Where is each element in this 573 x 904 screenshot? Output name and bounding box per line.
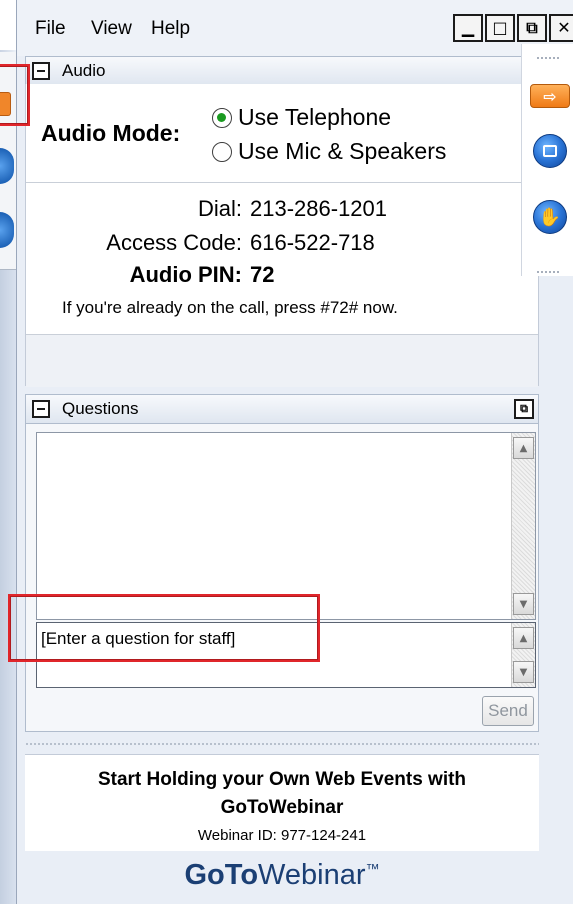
logo-trademark: ™	[365, 860, 380, 877]
input-scroll-up-icon[interactable]: ▲	[513, 627, 534, 649]
dial-value: 213-286-1201	[250, 196, 388, 221]
grab-tab-toolbar: ⇨ ✋	[521, 44, 573, 276]
radio-use-telephone-label: Use Telephone	[238, 104, 392, 130]
radio-checked-icon[interactable]	[212, 107, 232, 128]
question-input-scrollbar[interactable]: ▲ ▼	[511, 623, 535, 687]
menu-bar: File View Help ▁ □ ⧉ ✕	[17, 0, 573, 56]
arrow-right-icon: ⇨	[543, 86, 557, 106]
promo-headline[interactable]: Start Holding your Own Web Events with	[25, 769, 539, 791]
menu-file[interactable]: File	[35, 18, 66, 40]
questions-collapse-icon[interactable]	[32, 400, 50, 418]
logo-webinar: Webinar	[258, 859, 366, 891]
access-code-label: Access Code:	[106, 230, 242, 255]
webinar-id: Webinar ID: 977-124-241	[197, 827, 367, 844]
audio-divider	[26, 182, 538, 183]
radio-unchecked-icon[interactable]	[212, 141, 232, 162]
input-scroll-down-icon[interactable]: ▼	[513, 661, 534, 683]
gotowebinar-control-panel: File View Help ▁ □ ⧉ ✕ Audio Audio Mode:…	[16, 0, 573, 904]
questions-log: ▲ ▼	[36, 432, 536, 620]
send-button[interactable]: Send	[482, 696, 534, 726]
close-button[interactable]: ✕	[549, 14, 573, 42]
restore-button[interactable]: ⧉	[517, 14, 547, 42]
menu-view[interactable]: View	[91, 18, 132, 40]
maximize-button[interactable]: □	[485, 14, 515, 42]
highlight-box-question-input	[8, 594, 320, 662]
gotowebinar-logo: GoToWebinar™	[25, 859, 539, 892]
audio-panel-title: Audio	[62, 61, 106, 80]
grip-handle-top[interactable]	[536, 56, 560, 60]
collapse-toolbar-button[interactable]: ⇨	[530, 84, 570, 108]
logo-band: GoToWebinar™	[25, 851, 539, 904]
questions-popout-button[interactable]: ⧉	[514, 399, 534, 419]
menu-help[interactable]: Help	[151, 18, 190, 40]
close-icon: ✕	[557, 18, 571, 37]
screen-icon	[543, 145, 557, 157]
grip-handle-bottom[interactable]	[536, 270, 560, 274]
logo-go: Go	[184, 859, 225, 891]
audio-panel-body: Audio Mode: Use Telephone Use Mic & Spea…	[25, 84, 539, 387]
audio-footer	[26, 335, 538, 387]
audio-pin-value: 72	[250, 262, 275, 287]
radio-use-mic-speakers-label: Use Mic & Speakers	[238, 138, 447, 164]
radio-use-mic-speakers[interactable]: Use Mic & Speakers	[212, 138, 446, 165]
questions-log-scrollbar[interactable]: ▲ ▼	[511, 433, 535, 619]
show-screen-button[interactable]	[533, 134, 567, 168]
background-window-lower	[0, 270, 16, 904]
access-code-value: 616-522-718	[250, 230, 375, 255]
audio-pin-label: Audio PIN:	[129, 262, 242, 287]
dial-label: Dial:	[197, 196, 242, 221]
popout-icon: ⧉	[520, 402, 528, 415]
already-on-call-text: If you're already on the call, press #72…	[62, 298, 398, 317]
panel-resize-grip[interactable]	[25, 742, 539, 746]
background-window-edge	[0, 0, 16, 904]
minimize-icon: ▁	[461, 18, 475, 37]
promo-panel: Start Holding your Own Web Events with G…	[25, 754, 539, 904]
minimize-button[interactable]: ▁	[453, 14, 483, 42]
promo-product-link[interactable]: GoToWebinar	[25, 797, 539, 819]
restore-icon: ⧉	[526, 18, 538, 37]
raise-hand-button[interactable]: ✋	[533, 200, 567, 234]
highlight-box-toolbar	[0, 64, 30, 126]
raise-hand-icon: ✋	[538, 206, 562, 228]
scroll-up-icon[interactable]: ▲	[513, 437, 534, 459]
audio-collapse-icon[interactable]	[32, 62, 50, 80]
window-controls: ▁ □ ⧉ ✕	[453, 14, 573, 42]
maximize-icon: □	[492, 18, 508, 37]
audio-panel-header: Audio	[25, 56, 539, 86]
questions-panel-body: ▲ ▼ [Enter a question for staff] ▲ ▼ Sen…	[25, 424, 539, 732]
questions-panel-header: Questions ⧉	[25, 394, 539, 424]
radio-use-telephone[interactable]: Use Telephone	[212, 104, 391, 131]
questions-panel-title: Questions	[62, 399, 139, 418]
logo-to: To	[224, 859, 259, 891]
audio-mode-label: Audio Mode:	[41, 120, 181, 146]
scroll-down-icon[interactable]: ▼	[513, 593, 534, 615]
background-window-top	[0, 0, 16, 50]
